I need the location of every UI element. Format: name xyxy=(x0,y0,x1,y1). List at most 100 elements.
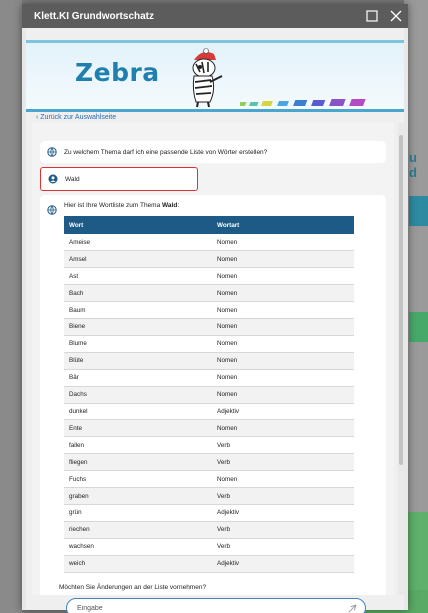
bot-question-text: Zu welchem Thema darf ich eine passende … xyxy=(64,149,268,156)
chat-scrollbar-thumb[interactable] xyxy=(399,135,403,465)
chat-scrollbar[interactable] xyxy=(398,123,404,595)
banner-bottom-line xyxy=(26,109,404,112)
dialog-content: Zebra ‹ Zurück zur Auswahlseite Zu welch… xyxy=(26,28,404,613)
bot-question-message: Zu welchem Thema darf ich eine passende … xyxy=(40,141,386,163)
table-header-row: Wort Wortart xyxy=(64,216,354,234)
word-cell: dunkel xyxy=(64,403,212,421)
user-message: Wald xyxy=(40,167,198,191)
word-cell: Biene xyxy=(64,318,212,336)
word-cell: Ente xyxy=(64,419,212,438)
word-cell: Amsel xyxy=(64,250,212,269)
wordtype-cell: Nomen xyxy=(212,419,354,438)
wordtype-cell: Nomen xyxy=(212,335,354,353)
word-list-body: Ameise Nomen Amsel Nomen Ast Nomen Bach Nomen Ba… xyxy=(64,234,354,573)
wordtype-cell: Nomen xyxy=(212,301,354,320)
background-text-fragment: u d xyxy=(409,150,417,180)
table-row: Bach Nomen xyxy=(64,284,354,303)
word-cell: Fuchs xyxy=(64,470,212,489)
word-cell: Ameise xyxy=(64,234,212,252)
table-row: grün Adjektiv xyxy=(64,504,354,522)
zebra-mascot-icon xyxy=(192,48,223,108)
answer-intro: Hier ist Ihre Wortliste zum Thema Wald: xyxy=(64,202,179,209)
close-icon xyxy=(390,10,402,22)
column-header-word: Wort xyxy=(64,216,212,234)
wordtype-cell: Nomen xyxy=(212,352,354,370)
wordtype-cell: Nomen xyxy=(212,267,354,286)
table-row: Blume Nomen xyxy=(64,335,354,353)
word-cell: Bär xyxy=(64,369,212,387)
word-cell: Blume xyxy=(64,335,212,353)
colorful-stripes-decoration xyxy=(240,99,366,106)
chat-panel: Zu welchem Thema darf ich eine passende … xyxy=(32,123,394,595)
word-cell: grün xyxy=(64,504,212,522)
wordtype-cell: Nomen xyxy=(212,284,354,303)
wordtype-cell: Nomen xyxy=(212,234,354,252)
wordtype-cell: Verb xyxy=(212,521,354,539)
back-to-selection-link[interactable]: ‹ Zurück zur Auswahlseite xyxy=(36,114,116,121)
table-row: Amsel Nomen xyxy=(64,250,354,269)
word-cell: Baum xyxy=(64,301,212,320)
table-row: Dachs Nomen xyxy=(64,386,354,404)
wordtype-cell: Verb xyxy=(212,487,354,505)
word-cell: Bach xyxy=(64,284,212,303)
word-cell: Ast xyxy=(64,267,212,286)
globe-bot-icon xyxy=(47,205,57,215)
table-row: Ameise Nomen xyxy=(64,234,354,252)
table-row: riechen Verb xyxy=(64,521,354,539)
table-row: Ente Nomen xyxy=(64,419,354,438)
background-teal-block xyxy=(409,196,428,226)
word-cell: Dachs xyxy=(64,386,212,404)
close-button[interactable] xyxy=(384,4,408,28)
user-message-text: Wald xyxy=(65,176,80,183)
table-row: Baum Nomen xyxy=(64,301,354,320)
table-row: Ast Nomen xyxy=(64,267,354,286)
word-cell: weich xyxy=(64,555,212,573)
table-row: Biene Nomen xyxy=(64,318,354,336)
send-icon[interactable] xyxy=(348,604,357,613)
wordtype-cell: Verb xyxy=(212,538,354,556)
background-left-strip xyxy=(0,0,22,613)
word-list-table: Wort Wortart Ameise Nomen Amsel Nomen Ast Nom… xyxy=(64,216,354,573)
answer-topic: Wald xyxy=(162,202,178,209)
maximize-button[interactable] xyxy=(360,4,384,28)
wordtype-cell: Adjektiv xyxy=(212,504,354,522)
wordtype-cell: Verb xyxy=(212,436,354,455)
window-title: Klett.KI Grundwortschatz xyxy=(34,10,155,22)
column-header-wordtype: Wortart xyxy=(212,216,354,234)
answer-colon: : xyxy=(177,202,180,209)
word-cell: fliegen xyxy=(64,453,212,472)
wordtype-cell: Nomen xyxy=(212,250,354,269)
bot-answer-message: Hier ist Ihre Wortliste zum Thema Wald: … xyxy=(40,195,386,595)
table-row: Bär Nomen xyxy=(64,369,354,387)
wordtype-cell: Verb xyxy=(212,453,354,472)
word-cell: graben xyxy=(64,487,212,505)
zebra-banner: Zebra xyxy=(26,40,404,112)
banner-top-line xyxy=(26,40,404,43)
message-input[interactable] xyxy=(77,602,339,613)
globe-bot-icon xyxy=(47,147,57,157)
table-row: graben Verb xyxy=(64,487,354,505)
table-row: Blüte Nomen xyxy=(64,352,354,370)
table-row: Fuchs Nomen xyxy=(64,470,354,489)
word-cell: fallen xyxy=(64,436,212,455)
wordtype-cell: Nomen xyxy=(212,386,354,404)
table-row: fallen Verb xyxy=(64,436,354,455)
chat-dialog-window: Klett.KI Grundwortschatz Zebra ‹ Zurück … xyxy=(22,4,408,613)
zebra-logo: Zebra xyxy=(75,58,160,87)
wordtype-cell: Nomen xyxy=(212,318,354,336)
wordtype-cell: Nomen xyxy=(212,369,354,387)
word-cell: wachsen xyxy=(64,538,212,556)
wordtype-cell: Adjektiv xyxy=(212,555,354,573)
table-row: weich Adjektiv xyxy=(64,555,354,573)
user-icon xyxy=(48,174,58,184)
window-titlebar: Klett.KI Grundwortschatz xyxy=(22,4,408,28)
followup-question: Möchten Sie Änderungen an der Liste vorn… xyxy=(59,584,207,591)
table-row: fliegen Verb xyxy=(64,453,354,472)
word-cell: riechen xyxy=(64,521,212,539)
message-input-box[interactable] xyxy=(66,598,366,613)
word-cell: Blüte xyxy=(64,352,212,370)
table-row: dunkel Adjektiv xyxy=(64,403,354,421)
table-row: wachsen Verb xyxy=(64,538,354,556)
maximize-icon xyxy=(366,10,378,22)
background-green-block xyxy=(409,312,428,342)
